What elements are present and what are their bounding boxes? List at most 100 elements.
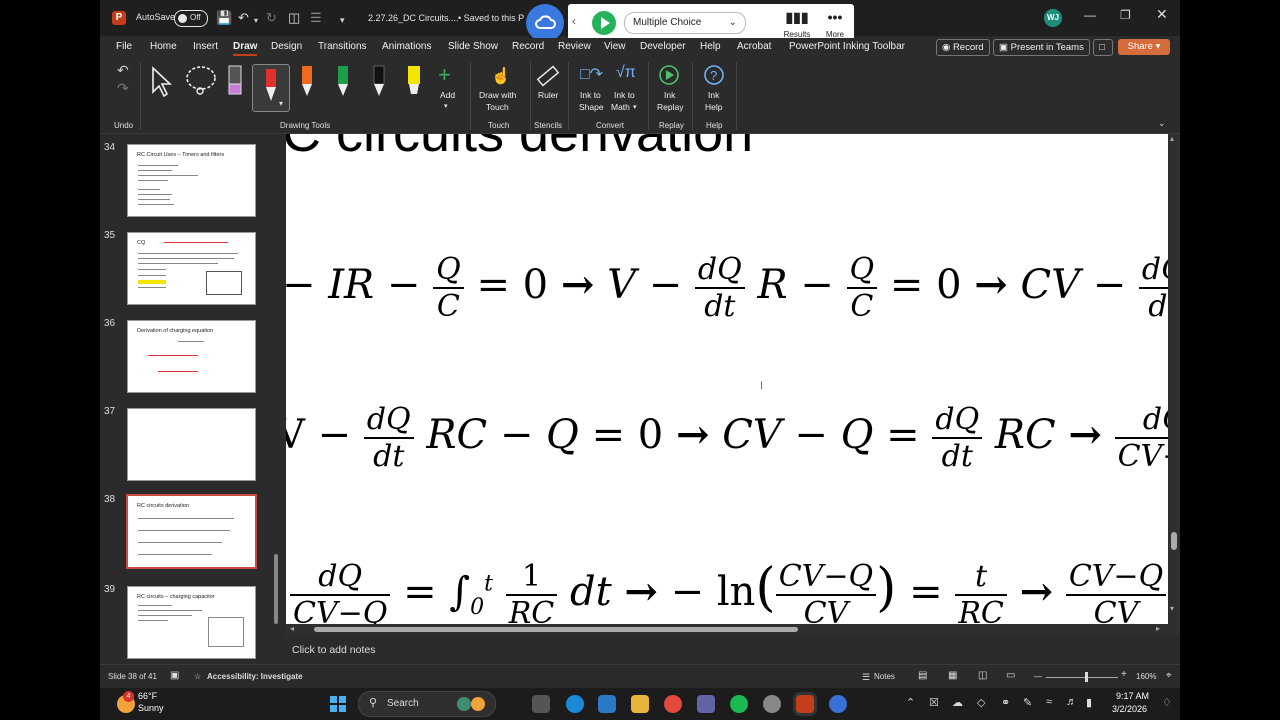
equation-row-3[interactable]: dQ CV−Q = ∫0t 1 RC dt → − ln(CV−Q CV) = t RC… (290, 558, 1168, 624)
start-poll-play-icon[interactable] (592, 11, 616, 35)
windows-start-icon[interactable] (330, 696, 346, 712)
draw-with-touch-label-1[interactable]: Draw with (479, 90, 516, 101)
slide-thumbnail[interactable]: RC Circuit Uses – Timers and filters (127, 144, 256, 217)
edge-browser-icon[interactable] (566, 695, 584, 713)
more-button[interactable]: ••• More (820, 9, 850, 39)
microsoft-store-icon[interactable] (598, 695, 616, 713)
add-pen-plus-icon[interactable]: + (438, 62, 451, 88)
collapse-ribbon-icon[interactable]: ⌄ (1158, 118, 1166, 129)
tab-design[interactable]: Design (271, 41, 302, 52)
notes-placeholder[interactable]: Click to add notes (292, 644, 375, 656)
format-painter-icon[interactable]: ☰ (310, 10, 322, 25)
minimize-icon[interactable]: — (1084, 8, 1096, 22)
ink-to-math-label-1[interactable]: Ink to (614, 90, 635, 101)
reading-view-icon[interactable]: ◫ (978, 670, 987, 681)
notes-toggle-icon[interactable]: ☰ (862, 672, 870, 683)
ink-help-label-1[interactable]: Ink (708, 90, 719, 101)
undo-icon[interactable]: ↶ (238, 10, 249, 25)
cloud-icon[interactable] (526, 4, 564, 42)
tab-developer[interactable]: Developer (640, 41, 686, 52)
tab-acrobat[interactable]: Acrobat (737, 41, 771, 52)
ink-replay-icon[interactable] (658, 64, 680, 86)
ink-to-math-icon[interactable]: √π (616, 64, 636, 82)
powerpoint-taskbar-icon[interactable] (796, 695, 814, 713)
close-icon[interactable]: ✕ (1156, 6, 1168, 23)
notification-bell-icon[interactable]: ♢ (1162, 696, 1172, 709)
volume-icon[interactable]: ♬ (1066, 696, 1077, 708)
question-type-select[interactable]: Multiple Choice ⌄ (624, 12, 746, 34)
dropbox-icon[interactable]: ◇ (977, 696, 985, 709)
draw-with-touch-label-2[interactable]: Touch (486, 102, 509, 113)
scroll-left-icon[interactable]: ◂ (290, 624, 294, 633)
ink-to-math-dropdown-icon[interactable]: ▾ (633, 102, 637, 113)
tab-animations[interactable]: Animations (382, 41, 431, 52)
notes-pane[interactable]: Click to add notes (286, 636, 1180, 664)
ink-help-label-2[interactable]: Help (705, 102, 722, 113)
clock-date[interactable]: 3/2/2026 (1112, 704, 1147, 714)
wifi-icon[interactable]: ≈ (1046, 696, 1052, 708)
results-button[interactable]: ▮▮▮ Results (782, 9, 812, 39)
pen-black-icon[interactable] (372, 64, 386, 98)
fit-to-window-icon[interactable]: ⌖ (1166, 670, 1172, 681)
slide-title[interactable]: C circuits derivation (286, 134, 753, 164)
pen-dropdown-icon[interactable]: ▾ (279, 99, 283, 108)
ruler-icon[interactable] (536, 64, 560, 88)
tab-draw[interactable]: Draw (233, 41, 258, 56)
slideshow-view-icon[interactable]: ▭ (1006, 670, 1015, 681)
teams-icon[interactable] (697, 695, 715, 713)
ink-to-shape-label-1[interactable]: Ink to (580, 90, 601, 101)
scroll-right-icon[interactable]: ▸ (1156, 624, 1160, 633)
clock-time[interactable]: 9:17 AM (1116, 691, 1149, 701)
notes-toggle-label[interactable]: Notes (874, 672, 895, 681)
app-icon[interactable] (763, 695, 781, 713)
record-button[interactable]: ◉ Record (936, 39, 990, 56)
eraser-icon[interactable] (228, 64, 242, 98)
pen-red-selected[interactable]: ▾ (252, 64, 290, 112)
tab-inking-toolbar[interactable]: PowerPoint Inking Toolbar (789, 41, 905, 52)
tab-file[interactable]: File (116, 41, 132, 52)
document-title[interactable]: 2.27.26_DC Circuits.... (368, 13, 459, 23)
slide-sorter-icon[interactable]: ▦ (948, 670, 957, 681)
slide-thumbnail[interactable]: CQ (127, 232, 256, 305)
show-hidden-icons-icon[interactable]: ⌃ (906, 696, 915, 709)
pen-tray-icon[interactable]: ✎ (1023, 696, 1032, 709)
normal-view-icon[interactable]: ▤ (918, 670, 927, 681)
zoom-slider[interactable] (1046, 677, 1118, 678)
zoom-in-icon[interactable]: + (1121, 669, 1127, 680)
slideshow-from-start-icon[interactable]: ◫ (288, 10, 300, 25)
weather-temperature[interactable]: 66°F (138, 691, 157, 701)
pen-green-icon[interactable] (336, 64, 350, 98)
accessibility-status[interactable]: Accessibility: Investigate (207, 672, 303, 681)
redo-icon[interactable]: ↷ (117, 80, 129, 97)
scroll-down-icon[interactable]: ▾ (1170, 604, 1174, 613)
ink-replay-label-2[interactable]: Replay (657, 102, 683, 113)
microphone-icon[interactable]: ⚭ (1001, 696, 1010, 709)
tab-review[interactable]: Review (558, 41, 591, 52)
zoom-level[interactable]: 160% (1136, 672, 1156, 681)
slide-thumbnail[interactable] (127, 408, 256, 481)
ruler-label[interactable]: Ruler (538, 90, 558, 101)
lasso-select-icon[interactable] (184, 64, 218, 98)
slide-thumbnail[interactable]: Derivation of charging equation (127, 320, 256, 393)
ink-to-shape-label-2[interactable]: Shape (579, 102, 604, 113)
highlighter-yellow-icon[interactable] (407, 64, 421, 98)
add-pen-dropdown-icon[interactable]: ▾ (444, 101, 448, 112)
slide-thumbnail-selected[interactable]: RC circuits derivation (126, 494, 257, 569)
ink-to-math-label-2[interactable]: Math (611, 102, 630, 113)
ink-help-icon[interactable]: ? (703, 64, 725, 86)
undo-icon[interactable]: ↶ (117, 62, 129, 79)
scroll-up-icon[interactable]: ▴ (1170, 134, 1174, 143)
undo-dropdown-icon[interactable]: ▾ (254, 13, 258, 28)
vertical-scroll-thumb[interactable] (1171, 532, 1177, 550)
redo-icon[interactable]: ↻ (266, 10, 277, 25)
chevron-left-icon[interactable]: ‹ (572, 14, 576, 28)
zoom-slider-handle[interactable] (1085, 672, 1088, 682)
present-in-teams-button[interactable]: ▣ Present in Teams (993, 39, 1090, 56)
battery-icon[interactable]: ▮ (1086, 696, 1092, 709)
tab-slide-show[interactable]: Slide Show (448, 41, 498, 52)
ink-to-shape-icon[interactable]: □↷ (580, 64, 603, 84)
tab-help[interactable]: Help (700, 41, 721, 52)
save-icon[interactable]: 💾 (216, 10, 232, 25)
task-view-icon[interactable] (532, 695, 550, 713)
tab-home[interactable]: Home (150, 41, 177, 52)
